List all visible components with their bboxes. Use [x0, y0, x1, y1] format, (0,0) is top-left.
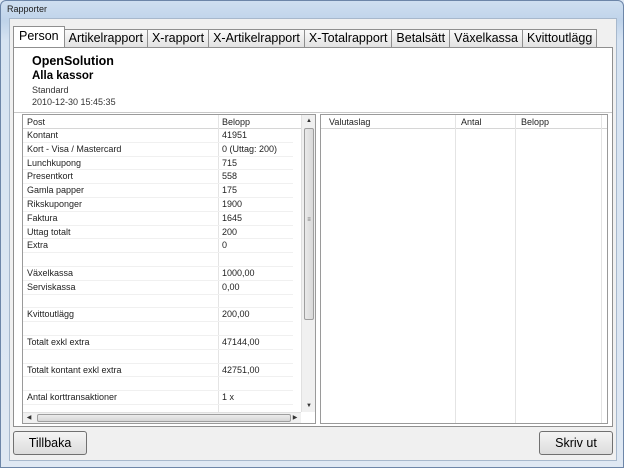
- scroll-down-icon[interactable]: ▼: [302, 400, 315, 412]
- grip-icon: ≡: [307, 217, 311, 223]
- table-row[interactable]: Rikskuponger 1900: [23, 198, 293, 212]
- table-row[interactable]: Kort - Visa / Mastercard 0 (Uttag: 200): [23, 143, 293, 157]
- table-row[interactable]: Uttag totalt 200: [23, 226, 293, 240]
- grid-header: Valutaslag Antal Belopp: [321, 115, 607, 129]
- cell-post: Serviskassa: [27, 281, 76, 292]
- column-divider: [455, 115, 456, 423]
- table-row[interactable]: Faktura 1645: [23, 212, 293, 226]
- cell-belopp: 0 (Uttag: 200): [222, 143, 278, 154]
- cell-belopp: 715: [222, 157, 238, 168]
- tab-betalsatt[interactable]: Betalsätt: [391, 29, 451, 47]
- cell-post: Rikskuponger: [27, 199, 83, 209]
- tab-x-rapport[interactable]: X-rapport: [146, 29, 210, 47]
- cell-belopp: 0: [222, 240, 228, 251]
- scroll-up-icon[interactable]: ▲: [302, 115, 315, 127]
- window-title: Rapporter: [7, 4, 48, 14]
- company-name: OpenSolution: [32, 54, 114, 68]
- table-row[interactable]: Lunchkupong 715: [23, 157, 293, 171]
- cell-post: Lunchkupong: [27, 157, 82, 168]
- cell-post: Växelkassa: [27, 268, 74, 278]
- cell-belopp: 1000,00: [222, 268, 255, 278]
- tab-kvittoutlagg[interactable]: Kvittoutlägg: [522, 29, 598, 47]
- cell-belopp: 200: [222, 226, 238, 237]
- cell-belopp: 0,00: [222, 281, 240, 292]
- cell-belopp: 41951: [222, 130, 248, 140]
- back-button[interactable]: Tillbaka: [13, 431, 87, 455]
- tab-vaxelkassa[interactable]: Växelkassa: [449, 29, 523, 47]
- table-row[interactable]: Presentkort 558: [23, 170, 293, 185]
- cell-post: Kontant: [27, 130, 59, 140]
- column-header-post[interactable]: Post: [27, 117, 45, 127]
- table-row[interactable]: [23, 295, 293, 309]
- cell-post: Faktura: [27, 212, 58, 223]
- column-header-belopp[interactable]: Belopp: [222, 117, 250, 127]
- table-row[interactable]: [23, 377, 293, 392]
- cell-post: Antal korttransaktioner: [27, 392, 118, 403]
- cell-belopp: 42751,00: [222, 364, 260, 375]
- scroll-thumb[interactable]: ≡: [304, 128, 314, 320]
- tab-panel-person: OpenSolution Alla kassor Standard 2010-1…: [13, 47, 613, 427]
- scroll-right-icon[interactable]: ▶: [289, 412, 301, 423]
- tab-person[interactable]: Person: [13, 26, 65, 47]
- reports-window: Rapporter Person Artikelrapport X-rappor…: [0, 0, 624, 468]
- cell-belopp: 1 x: [222, 392, 235, 403]
- payment-summary-grid: Post Belopp Kontant 41951 Kort - Visa / Ma…: [22, 114, 316, 424]
- header-divider: [14, 112, 612, 113]
- table-row[interactable]: [23, 253, 293, 267]
- column-header-valutaslag[interactable]: Valutaslag: [329, 117, 370, 127]
- cell-post: Gamla papper: [27, 185, 85, 196]
- grid-header: Post Belopp: [23, 115, 315, 129]
- report-tabs: Person Artikelrapport X-rapport X-Artike…: [13, 26, 598, 47]
- horizontal-scrollbar[interactable]: ◀ ▶: [23, 412, 301, 423]
- cell-post: Uttag totalt: [27, 226, 71, 237]
- cell-belopp: 200,00: [222, 309, 250, 320]
- scroll-left-icon[interactable]: ◀: [23, 412, 35, 423]
- cell-belopp: 175: [222, 185, 238, 196]
- table-row[interactable]: Kvittoutlägg 200,00: [23, 308, 293, 323]
- table-row[interactable]: [23, 350, 293, 364]
- column-header-antal[interactable]: Antal: [461, 117, 482, 127]
- table-row[interactable]: [23, 322, 293, 336]
- vertical-scrollbar[interactable]: ▲ ≡ ▼: [301, 115, 315, 412]
- table-row[interactable]: Gamla papper 175: [23, 184, 293, 198]
- table-row[interactable]: Totalt kontant exkl extra 42751,00: [23, 364, 293, 378]
- cell-post: Kvittoutlägg: [27, 309, 75, 320]
- cell-belopp: 558: [222, 171, 238, 182]
- table-row[interactable]: Extra 0: [23, 239, 293, 254]
- cell-post: Kort - Visa / Mastercard: [27, 143, 122, 154]
- currency-grid: Valutaslag Antal Belopp: [320, 114, 608, 424]
- table-row[interactable]: Totalt exkl extra 47144,00: [23, 336, 293, 350]
- cell-post: Totalt exkl extra: [27, 337, 90, 347]
- table-row[interactable]: Växelkassa 1000,00: [23, 267, 293, 281]
- tab-x-totalrapport[interactable]: X-Totalrapport: [303, 29, 393, 47]
- cell-belopp: 47144,00: [222, 337, 260, 347]
- report-mode: Standard: [32, 85, 69, 95]
- tab-x-artikelrapport[interactable]: X-Artikelrapport: [208, 29, 305, 47]
- table-row[interactable]: Serviskassa 0,00: [23, 281, 293, 295]
- register-scope: Alla kassor: [32, 70, 94, 82]
- cell-post: Totalt kontant exkl extra: [27, 364, 122, 375]
- column-divider: [601, 115, 602, 423]
- cell-belopp: 1900: [222, 199, 243, 209]
- tab-artikelrapport[interactable]: Artikelrapport: [63, 29, 148, 47]
- print-button[interactable]: Skriv ut: [539, 431, 613, 455]
- report-datetime: 2010-12-30 15:45:35: [32, 97, 116, 107]
- table-row[interactable]: Kontant 41951: [23, 129, 293, 143]
- cell-post: Extra: [27, 240, 49, 251]
- column-divider: [515, 115, 516, 423]
- cell-belopp: 1645: [222, 212, 243, 223]
- column-header-belopp[interactable]: Belopp: [521, 117, 549, 127]
- table-row[interactable]: Antal korttransaktioner 1 x: [23, 391, 293, 405]
- hscroll-thumb[interactable]: [37, 414, 291, 422]
- cell-post: Presentkort: [27, 171, 74, 182]
